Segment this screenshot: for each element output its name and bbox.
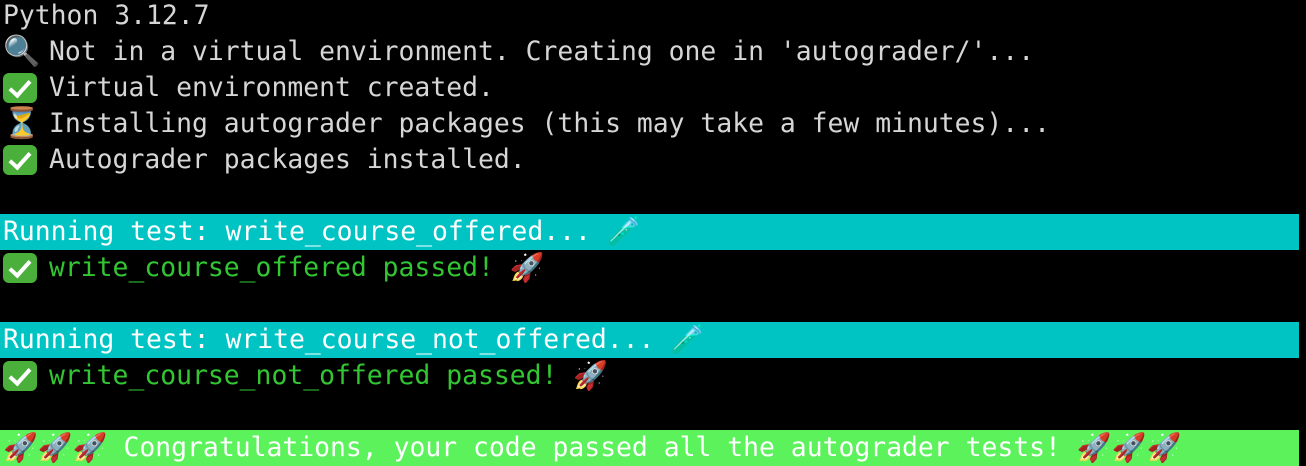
installed-text: Autograder packages installed. [49,144,526,175]
running-test-text: Running test: write_course_not_offered..… [3,324,671,355]
test-tube-icon: 🧪 [606,215,642,248]
installing-text: Installing autograder packages (this may… [49,108,1050,139]
test-passed-text: write_course_not_offered passed! [49,360,574,391]
running-test-banner: Running test: write_course_offered... 🧪 [0,214,1299,250]
rocket-icon: 🚀 [509,251,545,284]
rocket-icon: 🚀 [573,359,609,392]
hourglass-icon: ⏳ [3,106,41,141]
running-test-text: Running test: write_course_offered... [3,216,607,247]
venv-created-text: Virtual environment created. [49,72,494,103]
check-mark-icon [3,73,37,103]
terminal-output[interactable]: Python 3.12.7 🔍 Not in a virtual environm… [0,0,1306,466]
check-mark-icon [3,361,37,391]
test-passed-line: write_course_offered passed! 🚀 [3,250,1306,286]
check-mark-icon [3,145,37,175]
installed-line: Autograder packages installed. [3,142,1306,178]
venv-search-line: 🔍 Not in a virtual environment. Creating … [3,34,1306,70]
check-mark-icon [3,253,37,283]
magnifying-glass-icon: 🔍 [3,34,41,69]
test-tube-icon: 🧪 [670,323,706,356]
running-test-banner: Running test: write_course_not_offered..… [0,322,1299,358]
python-version-line: Python 3.12.7 [3,0,1306,34]
venv-search-text: Not in a virtual environment. Creating o… [49,36,1035,67]
installing-line: ⏳ Installing autograder packages (this ma… [3,106,1306,142]
test-passed-text: write_course_offered passed! [49,252,510,283]
congratulations-banner: 🚀🚀🚀 Congratulations, your code passed al… [0,430,1299,466]
congratulations-text: Congratulations, your code passed all th… [107,432,1077,463]
rocket-icon: 🚀🚀🚀 [3,431,108,464]
python-version-text: Python 3.12.7 [3,0,210,31]
venv-created-line: Virtual environment created. [3,70,1306,106]
rocket-icon: 🚀🚀🚀 [1076,431,1182,464]
test-passed-line: write_course_not_offered passed! 🚀 [3,358,1306,394]
